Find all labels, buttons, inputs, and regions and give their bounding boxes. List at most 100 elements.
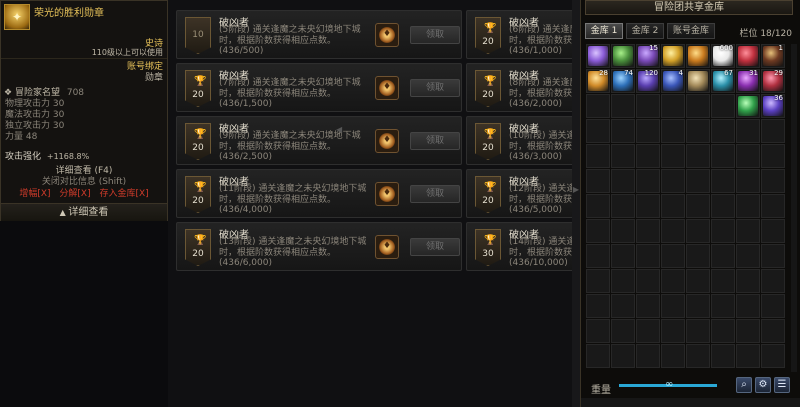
storage-slot[interactable] — [761, 344, 785, 368]
storage-slot[interactable]: 28 — [586, 69, 610, 93]
storage-slot[interactable] — [686, 244, 710, 268]
item-icon[interactable]: 74 — [613, 69, 633, 91]
tab-storage-1[interactable]: 金库 1 — [585, 23, 623, 39]
list-icon[interactable]: ☰ — [774, 377, 790, 393]
claim-button[interactable]: 领取 — [410, 79, 460, 97]
storage-slot[interactable] — [586, 269, 610, 293]
reward-icon[interactable] — [375, 76, 399, 100]
storage-slot[interactable] — [761, 144, 785, 168]
storage-slot[interactable] — [611, 119, 635, 143]
storage-slot[interactable] — [761, 169, 785, 193]
storage-slot[interactable] — [586, 344, 610, 368]
amplify-action[interactable]: 增幅[X] — [19, 189, 50, 199]
storage-slot[interactable] — [661, 94, 685, 118]
search-icon[interactable]: ⌕ — [736, 377, 752, 393]
storage-slot[interactable] — [586, 319, 610, 343]
storage-slot[interactable]: 36 — [761, 94, 785, 118]
storage-slot[interactable] — [636, 194, 660, 218]
item-icon[interactable]: 36 — [763, 94, 783, 116]
storage-slot[interactable] — [686, 319, 710, 343]
storage-slot[interactable] — [661, 244, 685, 268]
storage-slot[interactable] — [711, 94, 735, 118]
storage-slot[interactable] — [661, 169, 685, 193]
quest-scrollbar[interactable] — [572, 0, 580, 407]
storage-slot[interactable] — [586, 144, 610, 168]
storage-slot[interactable] — [611, 319, 635, 343]
storage-slot[interactable]: 31 — [736, 69, 760, 93]
storage-slot[interactable]: 15 — [636, 44, 660, 68]
storage-slot[interactable] — [711, 244, 735, 268]
storage-slot[interactable]: 67 — [711, 69, 735, 93]
storage-slot[interactable] — [661, 144, 685, 168]
storage-slot[interactable] — [611, 169, 635, 193]
storage-slot[interactable] — [661, 194, 685, 218]
reward-icon[interactable] — [375, 235, 399, 259]
storage-slot[interactable]: 74 — [611, 69, 635, 93]
storage-slot[interactable] — [686, 69, 710, 93]
storage-slot[interactable] — [711, 119, 735, 143]
item-icon[interactable] — [738, 96, 758, 116]
detail-view-button[interactable]: 详细查看 — [1, 203, 167, 221]
storage-slot[interactable] — [611, 344, 635, 368]
scroll-right-icon[interactable]: ▶ — [572, 185, 580, 199]
storage-slot[interactable] — [736, 344, 760, 368]
item-icon[interactable] — [613, 46, 633, 66]
reward-icon[interactable] — [375, 23, 399, 47]
storage-slot[interactable] — [636, 94, 660, 118]
storage-slot[interactable] — [711, 169, 735, 193]
storage-slot[interactable] — [711, 144, 735, 168]
storage-scrollbar[interactable] — [791, 44, 797, 372]
claim-button[interactable]: 领取 — [410, 132, 460, 150]
storage-slot[interactable] — [736, 194, 760, 218]
storage-slot[interactable] — [711, 319, 735, 343]
storage-slot[interactable] — [661, 219, 685, 243]
claim-button[interactable]: 领取 — [410, 26, 460, 44]
storage-slot[interactable] — [636, 269, 660, 293]
storage-slot[interactable] — [661, 119, 685, 143]
item-icon[interactable] — [663, 46, 683, 66]
claim-button[interactable]: 领取 — [410, 185, 460, 203]
storage-slot[interactable] — [586, 44, 610, 68]
storage-slot[interactable] — [661, 344, 685, 368]
storage-slot[interactable] — [686, 44, 710, 68]
gear-icon[interactable]: ⚙ — [755, 377, 771, 393]
store-action[interactable]: 存入金库[X] — [99, 189, 148, 199]
storage-slot[interactable] — [686, 94, 710, 118]
storage-slot[interactable] — [636, 144, 660, 168]
tab-storage-2[interactable]: 金库 2 — [626, 23, 664, 39]
scroll-left-icon[interactable]: ◀ — [336, 125, 342, 135]
storage-slot[interactable] — [661, 44, 685, 68]
storage-slot[interactable] — [761, 194, 785, 218]
storage-slot[interactable] — [636, 169, 660, 193]
storage-slot[interactable] — [636, 294, 660, 318]
storage-slot[interactable] — [761, 119, 785, 143]
item-icon[interactable]: 28 — [588, 69, 608, 91]
storage-slot[interactable]: 1 — [761, 44, 785, 68]
storage-slot[interactable] — [686, 169, 710, 193]
storage-slot[interactable] — [586, 94, 610, 118]
storage-slot[interactable] — [761, 244, 785, 268]
storage-slot[interactable] — [736, 269, 760, 293]
storage-slot[interactable] — [686, 119, 710, 143]
storage-slot[interactable] — [636, 119, 660, 143]
reward-icon[interactable] — [375, 129, 399, 153]
storage-slot[interactable] — [711, 219, 735, 243]
storage-slot[interactable] — [611, 94, 635, 118]
item-icon[interactable]: 120 — [638, 69, 658, 91]
disassemble-action[interactable]: 分解[X] — [59, 189, 90, 199]
storage-slot[interactable] — [586, 244, 610, 268]
item-icon[interactable]: 15 — [638, 44, 658, 66]
item-icon[interactable] — [738, 46, 758, 66]
storage-slot[interactable] — [661, 319, 685, 343]
storage-slot[interactable] — [711, 194, 735, 218]
storage-slot[interactable] — [736, 44, 760, 68]
storage-slot[interactable] — [761, 294, 785, 318]
storage-slot[interactable] — [711, 294, 735, 318]
storage-slot[interactable] — [661, 294, 685, 318]
claim-button[interactable]: 领取 — [410, 238, 460, 256]
storage-slot[interactable] — [636, 219, 660, 243]
storage-slot[interactable] — [736, 94, 760, 118]
storage-slot[interactable] — [611, 219, 635, 243]
item-icon[interactable]: 600 — [713, 44, 733, 66]
storage-slot[interactable] — [736, 169, 760, 193]
